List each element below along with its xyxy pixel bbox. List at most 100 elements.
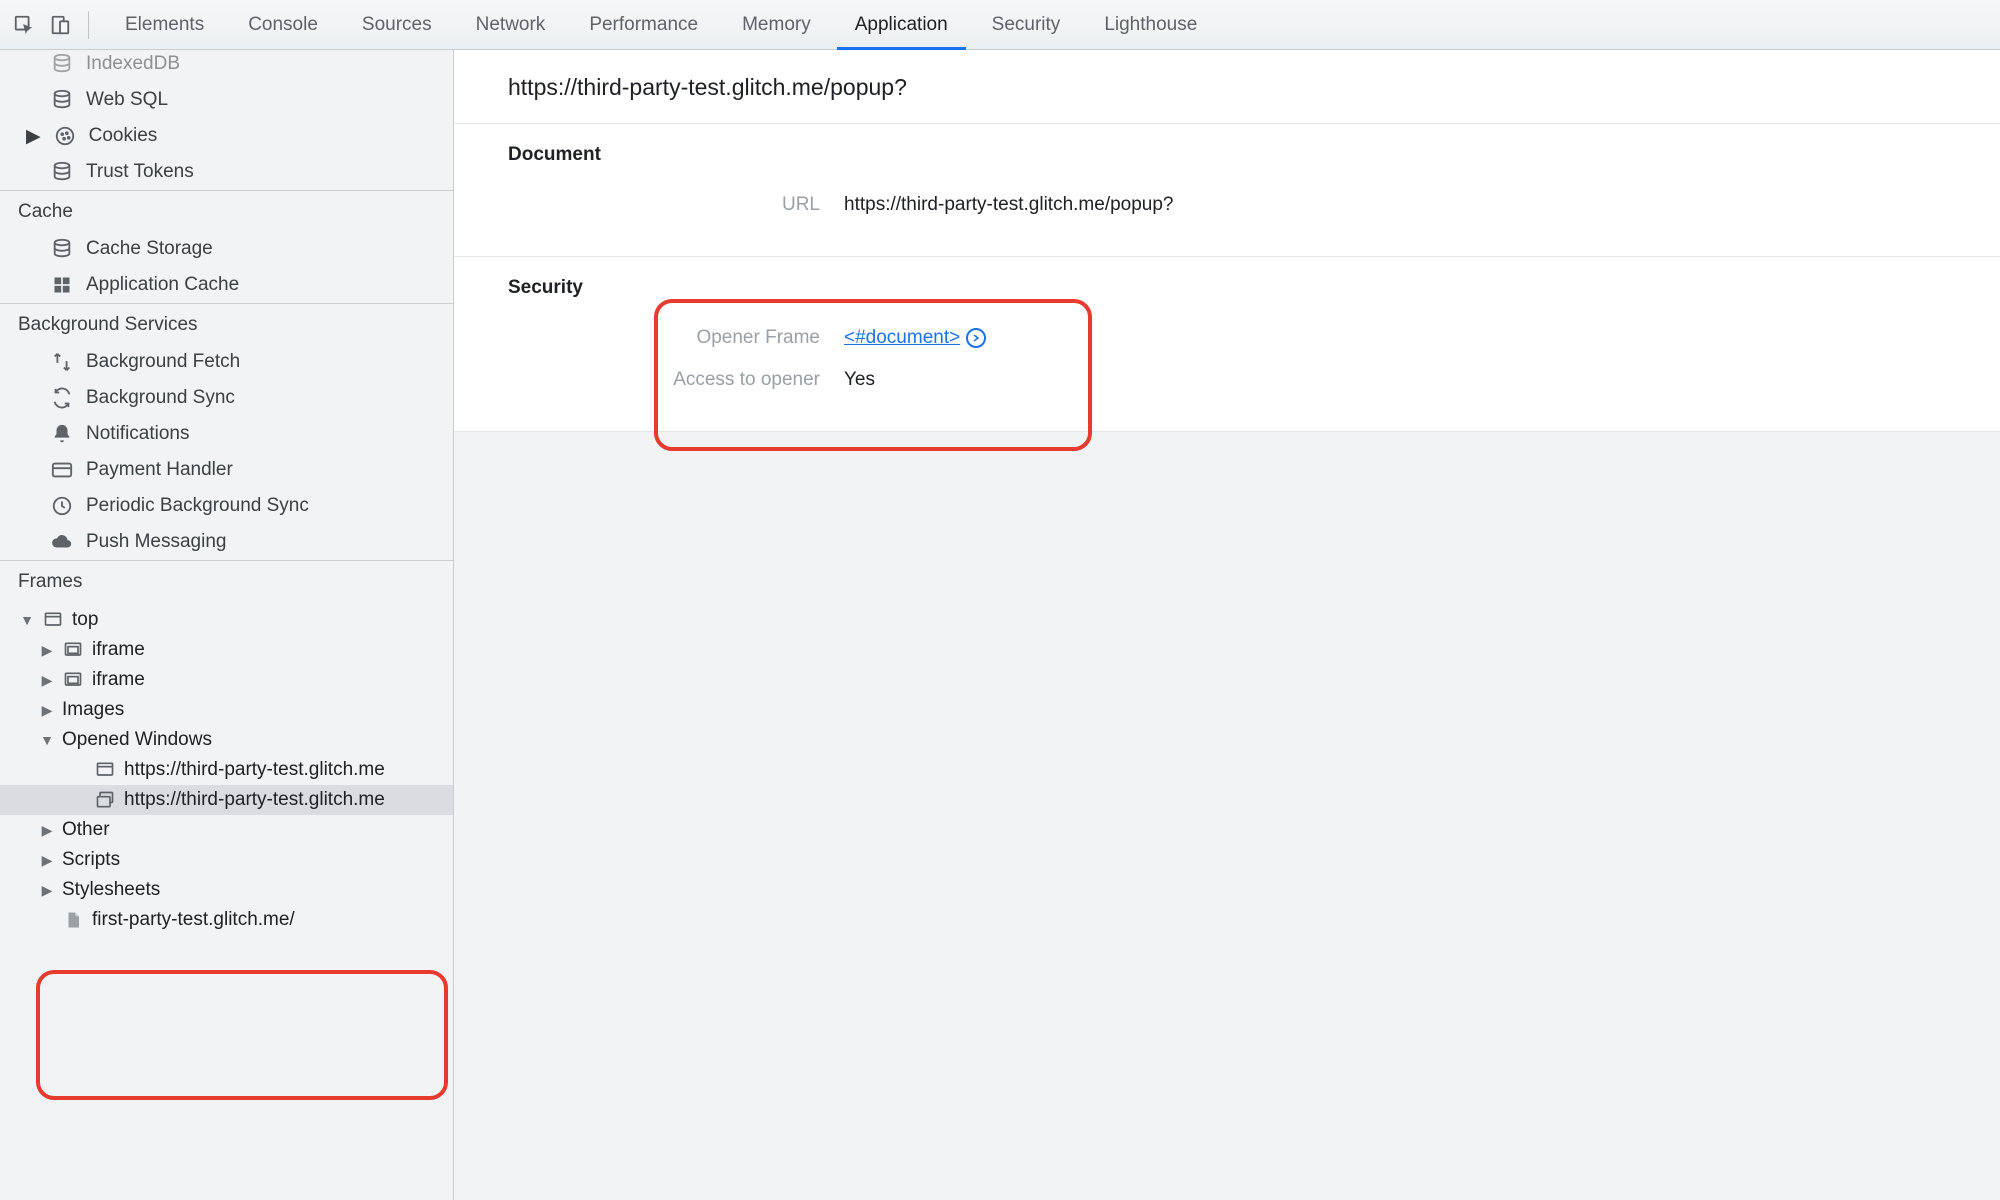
tab-memory[interactable]: Memory <box>720 0 833 49</box>
chevron-down-icon: ▼ <box>20 612 34 628</box>
frames-tree: ▼ top ▶ iframe ▶ iframe <box>0 601 453 939</box>
application-sidebar: IndexedDB Web SQL ▶ Cookies Trust Tokens… <box>0 50 454 1200</box>
frames-tree-stylesheets[interactable]: ▶ Stylesheets <box>0 875 453 905</box>
sidebar-group-bgservices: Background Services <box>0 304 453 344</box>
kv-val-access-opener: Yes <box>844 369 875 391</box>
sidebar-item-background-sync[interactable]: Background Sync <box>0 380 453 416</box>
frames-tree-top[interactable]: ▼ top <box>0 605 453 635</box>
frame-icon <box>62 639 84 661</box>
sidebar-item-websql[interactable]: Web SQL <box>0 82 453 118</box>
database-icon <box>50 160 74 184</box>
frame-details-panel: https://third-party-test.glitch.me/popup… <box>454 50 2000 1200</box>
tree-item-label: top <box>72 609 98 631</box>
frames-tree-window-item[interactable]: https://third-party-test.glitch.me <box>0 785 453 815</box>
sidebar-item-push-messaging[interactable]: Push Messaging <box>0 524 453 560</box>
tab-performance[interactable]: Performance <box>567 0 720 49</box>
windows-stack-icon <box>94 789 116 811</box>
section-heading: Security <box>454 277 2000 317</box>
tab-network[interactable]: Network <box>454 0 568 49</box>
frame-details-title: https://third-party-test.glitch.me/popup… <box>454 50 2000 124</box>
frames-tree-opened-windows[interactable]: ▼ Opened Windows <box>0 725 453 755</box>
window-icon <box>42 609 64 631</box>
chevron-right-icon: ▶ <box>40 822 54 839</box>
tab-sources[interactable]: Sources <box>340 0 454 49</box>
chevron-right-icon: ▶ <box>40 702 54 719</box>
grid-icon <box>50 273 74 297</box>
security-section: Security Opener Frame <#document> Access… <box>454 257 2000 432</box>
frames-tree-scripts[interactable]: ▶ Scripts <box>0 845 453 875</box>
tree-item-label: https://third-party-test.glitch.me <box>124 789 385 811</box>
clock-icon <box>50 494 74 518</box>
kv-key-access-opener: Access to opener <box>454 369 844 391</box>
sidebar-item-application-cache[interactable]: Application Cache <box>0 267 453 303</box>
document-section: Document URL https://third-party-test.gl… <box>454 124 2000 257</box>
sidebar-item-notifications[interactable]: Notifications <box>0 416 453 452</box>
database-icon <box>50 88 74 112</box>
frames-tree-iframe[interactable]: ▶ iframe <box>0 665 453 695</box>
chevron-right-icon: ▶ <box>40 852 54 869</box>
sidebar-item-label: Push Messaging <box>86 531 226 553</box>
tab-lighthouse[interactable]: Lighthouse <box>1082 0 1219 49</box>
window-icon <box>94 759 116 781</box>
tab-console[interactable]: Console <box>226 0 340 49</box>
tree-item-label: iframe <box>92 669 145 691</box>
sidebar-item-label: Application Cache <box>86 274 239 296</box>
tree-item-label: https://third-party-test.glitch.me <box>124 759 385 781</box>
inspect-icon[interactable] <box>10 11 38 39</box>
tab-application[interactable]: Application <box>833 0 970 49</box>
frame-icon <box>62 669 84 691</box>
tree-item-label: first-party-test.glitch.me/ <box>92 909 295 931</box>
tree-item-label: Other <box>62 819 110 841</box>
fetch-icon <box>50 350 74 374</box>
frames-tree-other[interactable]: ▶ Other <box>0 815 453 845</box>
sidebar-item-label: Background Sync <box>86 387 235 409</box>
sidebar-item-payment-handler[interactable]: Payment Handler <box>0 452 453 488</box>
kv-key-url: URL <box>454 194 844 216</box>
empty-area <box>454 432 2000 1200</box>
database-icon <box>50 237 74 261</box>
kv-val-opener-frame: <#document> <box>844 327 986 349</box>
sidebar-item-background-fetch[interactable]: Background Fetch <box>0 344 453 380</box>
sidebar-item-trust-tokens[interactable]: Trust Tokens <box>0 154 453 190</box>
section-heading: Document <box>454 144 2000 184</box>
devtools-tabs: Elements Console Sources Network Perform… <box>103 0 1219 49</box>
sidebar-group-frames: Frames <box>0 561 453 601</box>
credit-card-icon <box>50 458 74 482</box>
file-icon <box>62 909 84 931</box>
toolbar-separator <box>88 11 89 39</box>
sidebar-item-label: Background Fetch <box>86 351 240 373</box>
tab-security[interactable]: Security <box>970 0 1083 49</box>
sidebar-item-label: Cache Storage <box>86 238 213 260</box>
kv-key-opener-frame: Opener Frame <box>454 327 844 349</box>
sidebar-item-label: Cookies <box>89 125 158 147</box>
annotation-highlight <box>36 970 448 1100</box>
sidebar-item-indexeddb[interactable]: IndexedDB <box>0 50 453 82</box>
sidebar-item-label: Payment Handler <box>86 459 233 481</box>
sync-icon <box>50 386 74 410</box>
sidebar-item-label: Notifications <box>86 423 190 445</box>
kv-val-url: https://third-party-test.glitch.me/popup… <box>844 194 1174 216</box>
sidebar-item-label: Periodic Background Sync <box>86 495 309 517</box>
frames-tree-file[interactable]: first-party-test.glitch.me/ <box>0 905 453 935</box>
opener-frame-link[interactable]: <#document> <box>844 327 960 349</box>
tree-item-label: Images <box>62 699 124 721</box>
chevron-down-icon: ▼ <box>40 732 54 748</box>
chevron-right-icon: ▶ <box>26 125 41 148</box>
chevron-right-icon: ▶ <box>40 642 54 659</box>
cookie-icon <box>53 124 77 148</box>
sidebar-item-label: Web SQL <box>86 89 168 111</box>
reveal-node-icon[interactable] <box>966 328 986 348</box>
frames-tree-iframe[interactable]: ▶ iframe <box>0 635 453 665</box>
sidebar-item-periodic-sync[interactable]: Periodic Background Sync <box>0 488 453 524</box>
frames-tree-window-item[interactable]: https://third-party-test.glitch.me <box>0 755 453 785</box>
frames-tree-images[interactable]: ▶ Images <box>0 695 453 725</box>
sidebar-item-cache-storage[interactable]: Cache Storage <box>0 231 453 267</box>
cloud-icon <box>50 530 74 554</box>
tree-item-label: iframe <box>92 639 145 661</box>
device-toggle-icon[interactable] <box>46 11 74 39</box>
tree-item-label: Scripts <box>62 849 120 871</box>
sidebar-item-cookies[interactable]: ▶ Cookies <box>0 118 453 154</box>
devtools-toolbar: Elements Console Sources Network Perform… <box>0 0 2000 50</box>
tree-item-label: Opened Windows <box>62 729 212 751</box>
tab-elements[interactable]: Elements <box>103 0 226 49</box>
